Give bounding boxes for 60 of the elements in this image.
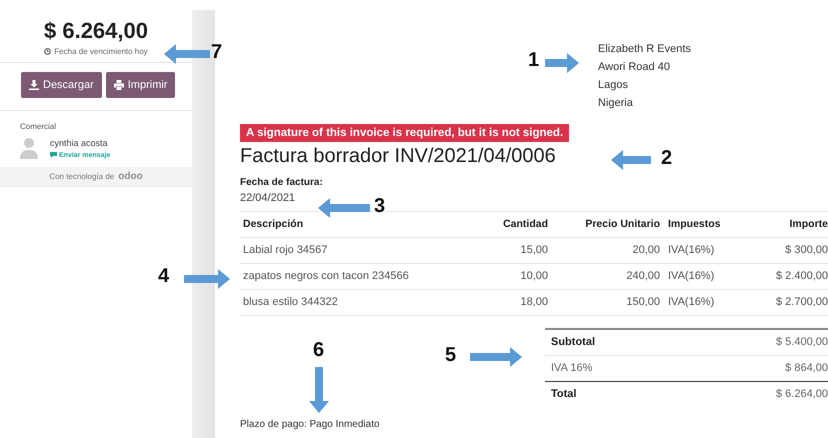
table-cell: $ 2.400,00 — [740, 264, 828, 290]
totals-label: Subtotal — [545, 330, 776, 356]
odoo-logo: odoo — [118, 171, 143, 182]
avatar-icon — [20, 137, 38, 159]
due-date-text: Fecha de vencimiento hoy — [54, 47, 148, 56]
column-header: Precio Unitario — [548, 212, 660, 238]
table-cell: 240,00 — [548, 264, 660, 290]
annotation-number: 5 — [445, 345, 456, 365]
annotation-number: 7 — [211, 42, 222, 62]
salesperson-name: cynthia acosta — [50, 138, 109, 148]
payment-terms: Plazo de pago: Pago Inmediato — [240, 419, 380, 430]
table-cell: $ 2.700,00 — [740, 290, 828, 316]
download-icon — [29, 80, 39, 90]
table-cell: 15,00 — [480, 238, 548, 264]
amount-due: $ 6.264,00 — [44, 18, 148, 44]
invoice-date-label: Fecha de factura: — [240, 177, 323, 188]
salesperson-label: Comercial — [20, 122, 58, 131]
arrow-icon — [611, 150, 651, 170]
totals-label: IVA 16% — [545, 356, 776, 382]
column-header: Cantidad — [480, 212, 548, 238]
table-cell: $ 300,00 — [740, 238, 828, 264]
table-cell: Labial rojo 34567 — [240, 238, 480, 264]
table-cell: 150,00 — [548, 290, 660, 316]
annotation-number: 2 — [661, 148, 672, 168]
table-cell: 20,00 — [548, 238, 660, 264]
totals-value: $ 6.264,00 — [776, 387, 828, 402]
arrow-icon — [318, 198, 370, 218]
annotation-number: 1 — [528, 50, 540, 70]
download-button[interactable]: Descargar — [21, 72, 102, 98]
annotation-number: 6 — [313, 340, 324, 360]
signature-alert: A signature of this invoice is required, but it is not signed. — [240, 124, 570, 142]
column-header: Importe — [740, 212, 828, 238]
table-cell: IVA(16%) — [660, 238, 740, 264]
table-cell: zapatos negros con tacon 234566 — [240, 264, 480, 290]
totals-label: Total — [550, 387, 578, 402]
totals-value: $ 864,00 — [776, 356, 828, 382]
arrow-icon — [309, 367, 329, 413]
address-line: Nigeria — [598, 96, 634, 110]
powered-by-text: Con tecnología de — [49, 172, 114, 181]
totals-value: $ 5.400,00 — [776, 330, 828, 356]
column-header: Impuestos — [660, 212, 740, 238]
table-cell: IVA(16%) — [660, 264, 740, 290]
address-line: Awori Road 40 — [598, 60, 671, 74]
invoice-date: 22/04/2021 — [240, 192, 296, 204]
arrow-icon — [164, 44, 210, 64]
table-cell: blusa estilo 344322 — [240, 290, 480, 316]
table-cell: 10,00 — [480, 264, 548, 290]
invoice-title: Factura borrador INV/2021/04/0006 — [240, 145, 556, 168]
clock-icon — [44, 48, 52, 55]
address-line: Elizabeth R Events — [598, 42, 691, 56]
table-cell: 18,00 — [480, 290, 548, 316]
printer-icon — [114, 80, 124, 90]
print-button[interactable]: Imprimir — [106, 72, 176, 98]
arrow-icon — [545, 53, 579, 73]
annotation-number: 4 — [158, 266, 170, 286]
arrow-icon — [470, 347, 522, 367]
table-cell: IVA(16%) — [660, 290, 740, 316]
address-line: Lagos — [598, 78, 629, 92]
chat-icon — [50, 152, 57, 158]
arrow-icon — [184, 269, 230, 289]
